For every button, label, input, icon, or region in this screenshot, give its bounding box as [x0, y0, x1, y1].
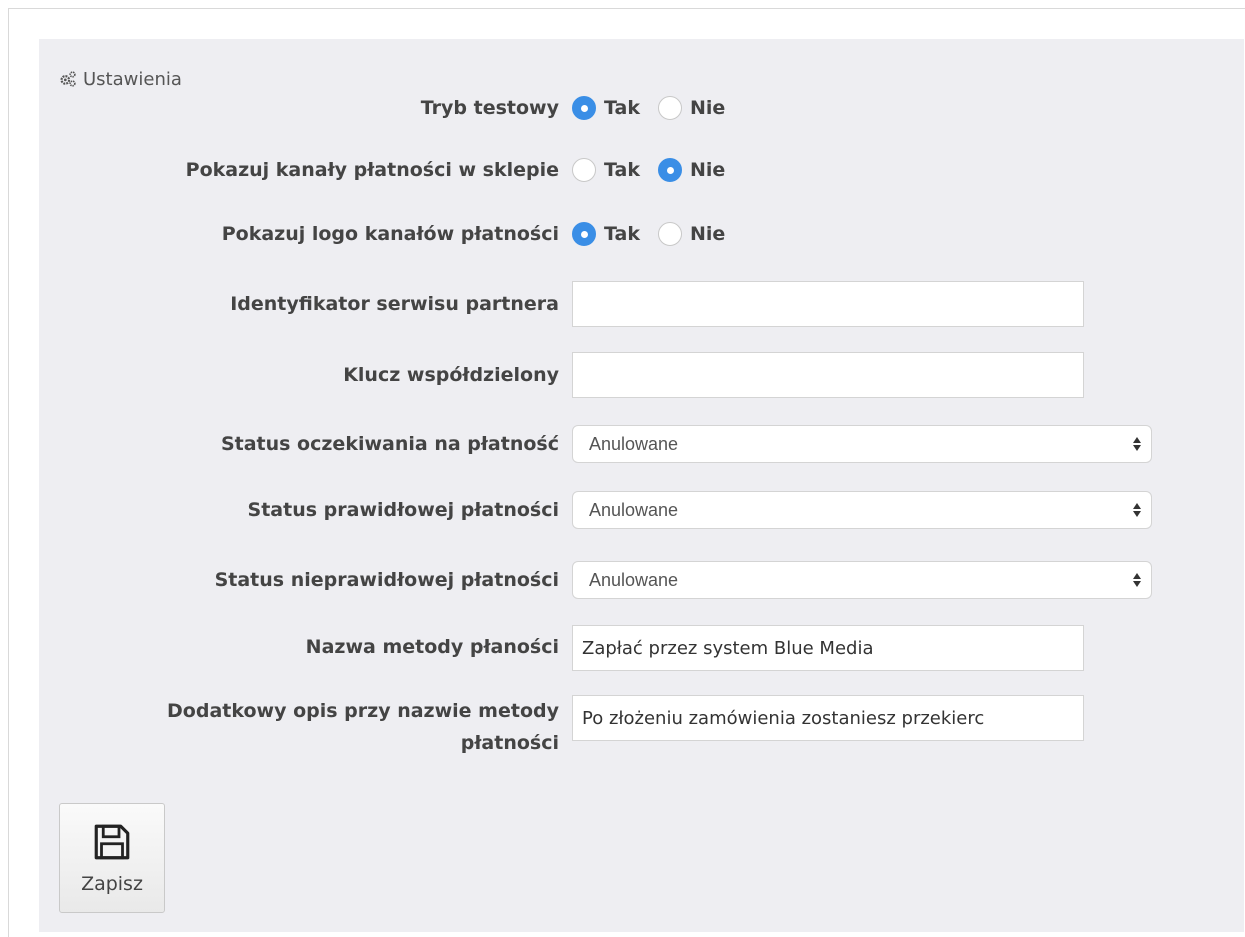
show-channels-label: Pokazuj kanały płatności w sklepie	[185, 159, 559, 181]
settings-panel: Ustawienia Tryb testowy Tak Nie Pokazuj …	[39, 39, 1244, 932]
select-arrows-icon	[1133, 573, 1141, 587]
cogs-icon	[60, 71, 76, 87]
show-channels-no-option[interactable]: Nie	[657, 158, 726, 182]
show-logo-label: Pokazuj logo kanałów płatności	[221, 223, 559, 245]
test-mode-yes-radio[interactable]	[572, 96, 596, 120]
test-mode-no-label: Nie	[689, 97, 726, 119]
method-desc-input[interactable]	[572, 695, 1084, 741]
show-logo-yes-radio[interactable]	[572, 222, 596, 246]
test-mode-yes-option[interactable]: Tak	[572, 96, 640, 120]
show-logo-yes-label: Tak	[604, 223, 640, 245]
save-button[interactable]: Zapisz	[59, 803, 165, 913]
panel-heading: Ustawienia	[59, 67, 182, 91]
status-pending-label: Status oczekiwania na płatność	[220, 433, 559, 455]
test-mode-radio-group: Tak Nie	[572, 92, 743, 124]
status-success-value: Anulowane	[589, 499, 679, 520]
shared-key-input[interactable]	[572, 352, 1084, 398]
test-mode-no-option[interactable]: Nie	[657, 96, 726, 120]
method-desc-label-line1: Dodatkowy opis przy nazwie metody	[167, 700, 559, 722]
page-frame: Ustawienia Tryb testowy Tak Nie Pokazuj …	[8, 8, 1245, 937]
show-channels-yes-radio[interactable]	[572, 158, 596, 182]
test-mode-label: Tryb testowy	[420, 97, 559, 119]
save-button-label: Zapisz	[81, 873, 143, 895]
shared-key-label: Klucz współdzielony	[343, 364, 559, 386]
show-logo-radio-group: Tak Nie	[572, 218, 743, 250]
method-name-input[interactable]	[572, 625, 1084, 671]
status-success-select[interactable]: Anulowane	[572, 491, 1152, 529]
method-desc-label-line2: płatności	[460, 732, 559, 754]
status-failure-select[interactable]: Anulowane	[572, 561, 1152, 599]
status-failure-value: Anulowane	[589, 569, 679, 590]
select-arrows-icon	[1133, 503, 1141, 517]
test-mode-no-radio[interactable]	[657, 96, 682, 120]
status-success-label: Status prawidłowej płatności	[247, 499, 559, 521]
show-logo-no-label: Nie	[689, 223, 726, 245]
status-pending-value: Anulowane	[589, 433, 679, 454]
status-pending-select[interactable]: Anulowane	[572, 425, 1152, 463]
partner-id-input[interactable]	[572, 281, 1084, 327]
show-channels-radio-group: Tak Nie	[572, 154, 743, 186]
select-arrows-icon	[1133, 437, 1141, 451]
show-logo-no-radio[interactable]	[657, 222, 682, 246]
status-failure-label: Status nieprawidłowej płatności	[214, 569, 559, 591]
show-logo-no-option[interactable]: Nie	[657, 222, 726, 246]
test-mode-yes-label: Tak	[604, 97, 640, 119]
method-name-label: Nazwa metody płaności	[305, 636, 559, 658]
show-channels-no-radio[interactable]	[657, 158, 682, 182]
show-logo-yes-option[interactable]: Tak	[572, 222, 640, 246]
method-desc-label: Dodatkowy opis przy nazwie metody płatno…	[59, 695, 559, 759]
panel-heading-text: Ustawienia	[83, 68, 182, 90]
show-channels-yes-option[interactable]: Tak	[572, 158, 640, 182]
show-channels-yes-label: Tak	[604, 159, 640, 181]
partner-id-label: Identyfikator serwisu partnera	[230, 293, 559, 315]
floppy-disk-icon	[94, 824, 130, 860]
show-channels-no-label: Nie	[689, 159, 726, 181]
